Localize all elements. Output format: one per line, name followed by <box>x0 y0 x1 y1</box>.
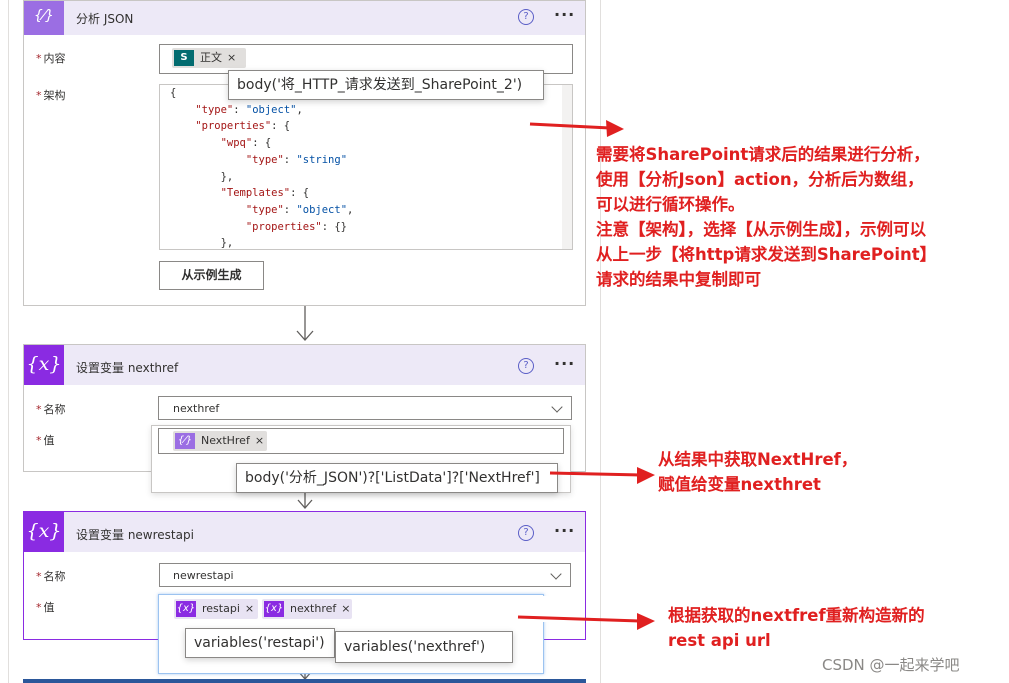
annotation-arrows <box>517 120 655 630</box>
watermark: CSDN @一起来学吧 <box>822 656 960 674</box>
annotation-newrestapi: 根据获取的nextfref重新构造新的 rest api url <box>668 606 925 650</box>
annotation-nexthref: 从结果中获取NextHref， 赋值给变量nexthret <box>658 450 858 494</box>
annotation-parse-json: 需要将SharePoint请求后的结果进行分析， 使用【分析Json】actio… <box>596 145 937 289</box>
